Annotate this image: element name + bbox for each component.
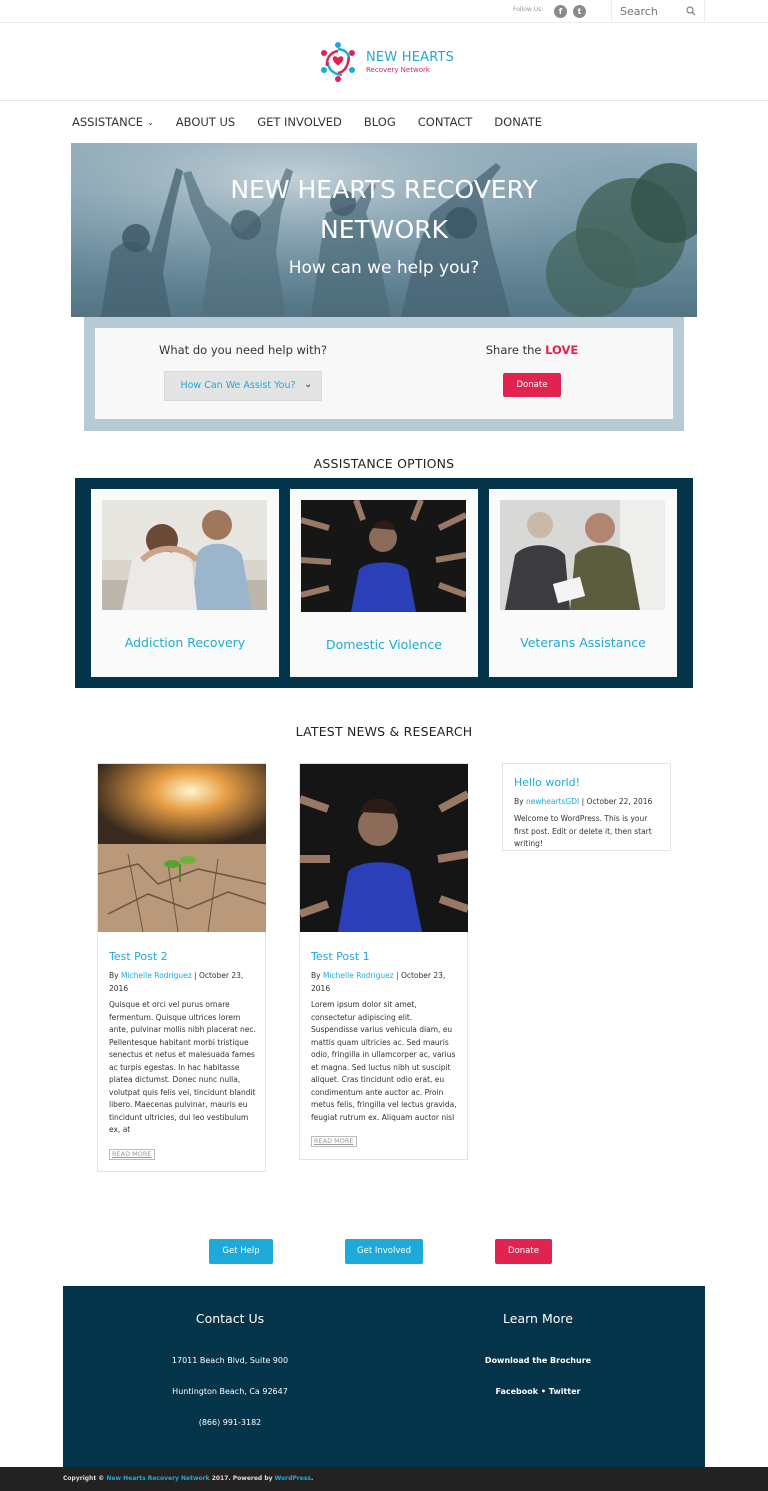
donate-button[interactable]: Donate — [503, 373, 561, 397]
hero-title-line2: NETWORK — [320, 215, 448, 244]
card-image — [500, 500, 665, 610]
copy-site-link[interactable]: New Hearts Recovery Network — [106, 1475, 209, 1482]
copy-end: . — [310, 1475, 314, 1482]
logo-title[interactable]: NEW HEARTS — [366, 50, 454, 65]
footer-social-links[interactable]: Facebook • Twitter — [398, 1387, 678, 1396]
post-author-link[interactable]: Michelle Rodriguez — [121, 971, 192, 980]
post-by: By — [514, 797, 524, 806]
logo-icon[interactable] — [318, 40, 358, 84]
share-prefix: Share the — [485, 343, 542, 357]
post-excerpt: Lorem ipsum dolor sit amet, consectetur … — [311, 1000, 457, 1122]
recent-post-widget: Hello world! By newheartsGDI | October 2… — [502, 763, 671, 851]
nav-label: BLOG — [363, 115, 396, 129]
chevron-down-icon: ⌄ — [147, 117, 154, 127]
footer-phone[interactable]: (866) 991-3182 — [90, 1418, 370, 1427]
hero-title: NEW HEARTS RECOVERY NETWORK — [0, 170, 768, 250]
nav-label: ABOUT US — [175, 115, 236, 129]
nav-label: DONATE — [494, 115, 543, 129]
nav-label: CONTACT — [417, 115, 473, 129]
post-title[interactable]: Test Post 2 — [109, 950, 168, 963]
read-more-link[interactable]: READ MORE — [109, 1149, 155, 1160]
post-image[interactable] — [98, 764, 266, 932]
twitter-icon[interactable]: t — [573, 5, 586, 18]
post-date-year: 2016 — [311, 984, 331, 993]
post-image[interactable] — [300, 764, 468, 932]
search-icon[interactable] — [686, 6, 696, 16]
logo-subtitle: Recovery Network — [366, 66, 430, 74]
hero-title-line1: NEW HEARTS RECOVERY — [230, 175, 538, 204]
assist-select-value[interactable]: How Can We Assist You? — [164, 380, 312, 391]
post-date: | October 23, — [396, 971, 446, 980]
donate-cta-button[interactable]: Donate — [495, 1239, 552, 1264]
help-question: What do you need help with? — [158, 343, 328, 357]
post-meta: By Michelle Rodriguez | October 23, 2016 — [109, 969, 259, 995]
main-nav: ASSISTANCE ⌄ ABOUT US GET INVOLVED BLOG … — [72, 112, 564, 132]
post-date-year: 2016 — [109, 984, 129, 993]
card-image — [102, 500, 267, 610]
share-the-love: Share the LOVE — [391, 343, 673, 357]
post-by: By — [109, 971, 119, 980]
footer-address-1: 17011 Beach Blvd, Suite 900 — [171, 1356, 289, 1365]
post-author-link[interactable]: Michelle Rodriguez — [323, 971, 394, 980]
nav-item-contact[interactable]: CONTACT — [418, 112, 473, 132]
nav-item-about-us[interactable]: ABOUT US — [176, 112, 235, 132]
card-addiction-recovery[interactable]: Addiction Recovery — [91, 489, 279, 677]
widget-post-meta: By newheartsGDI | October 22, 2016 — [514, 795, 664, 808]
widget-post-title[interactable]: Hello world! — [514, 776, 580, 789]
widget-post-excerpt: Welcome to WordPress. This is your first… — [514, 814, 652, 848]
facebook-icon[interactable]: f — [554, 5, 567, 18]
get-involved-button[interactable]: Get Involved — [345, 1239, 423, 1264]
post-author-link[interactable]: newheartsGDI — [526, 797, 579, 806]
post-by: By — [311, 971, 321, 980]
copy-prefix: Copyright © — [63, 1475, 105, 1482]
hero-subtitle: How can we help you? — [288, 258, 480, 278]
nav-label: GET INVOLVED — [257, 115, 342, 129]
card-label[interactable]: Addiction Recovery — [91, 635, 279, 650]
card-veterans-assistance[interactable]: Veterans Assistance — [489, 489, 677, 677]
read-more-link[interactable]: READ MORE — [311, 1136, 357, 1147]
copyright-text: Copyright © New Hearts Recovery Network … — [63, 1475, 313, 1482]
post-date: | October 23, — [194, 971, 244, 980]
news-title: LATEST NEWS & RESEARCH — [295, 724, 473, 739]
search-box — [611, 0, 705, 23]
share-highlight: LOVE — [545, 343, 579, 357]
post-excerpt: Quisque et orci vel purus ornare ferment… — [109, 1000, 256, 1134]
get-help-button[interactable]: Get Help — [209, 1239, 273, 1264]
follow-us-label: Follow Us: — [513, 6, 544, 13]
card-label[interactable]: Veterans Assistance — [489, 635, 677, 650]
nav-item-get-involved[interactable]: GET INVOLVED — [257, 112, 342, 132]
assistance-title: ASSISTANCE OPTIONS — [313, 456, 455, 471]
search-input[interactable] — [620, 4, 684, 19]
footer-contact-title: Contact Us — [195, 1311, 265, 1326]
footer-learn-title: Learn More — [503, 1311, 573, 1326]
post-meta: By Michelle Rodriguez | October 23, 2016 — [311, 969, 461, 995]
card-domestic-violence[interactable]: Domestic Violence — [290, 489, 478, 677]
post-title[interactable]: Test Post 1 — [311, 950, 370, 963]
download-brochure-link[interactable]: Download the Brochure — [398, 1356, 678, 1365]
footer-address-2: Huntington Beach, Ca 92647 — [172, 1387, 288, 1396]
nav-item-blog[interactable]: BLOG — [364, 112, 396, 132]
card-image — [301, 500, 466, 612]
post-card-test-post-2: Test Post 2 By Michelle Rodriguez | Octo… — [97, 763, 266, 1172]
copy-mid: 2017. Powered by — [211, 1475, 273, 1482]
post-card-test-post-1: Test Post 1 By Michelle Rodriguez | Octo… — [299, 763, 468, 1160]
nav-item-assistance[interactable]: ASSISTANCE ⌄ — [72, 112, 154, 132]
chevron-down-icon[interactable]: ⌄ — [304, 379, 312, 390]
wordpress-link[interactable]: WordPress — [275, 1475, 311, 1482]
post-date: | October 22, 2016 — [581, 797, 653, 806]
card-label[interactable]: Domestic Violence — [290, 637, 478, 652]
nav-label: ASSISTANCE — [72, 115, 144, 129]
nav-item-donate[interactable]: DONATE — [494, 112, 542, 132]
